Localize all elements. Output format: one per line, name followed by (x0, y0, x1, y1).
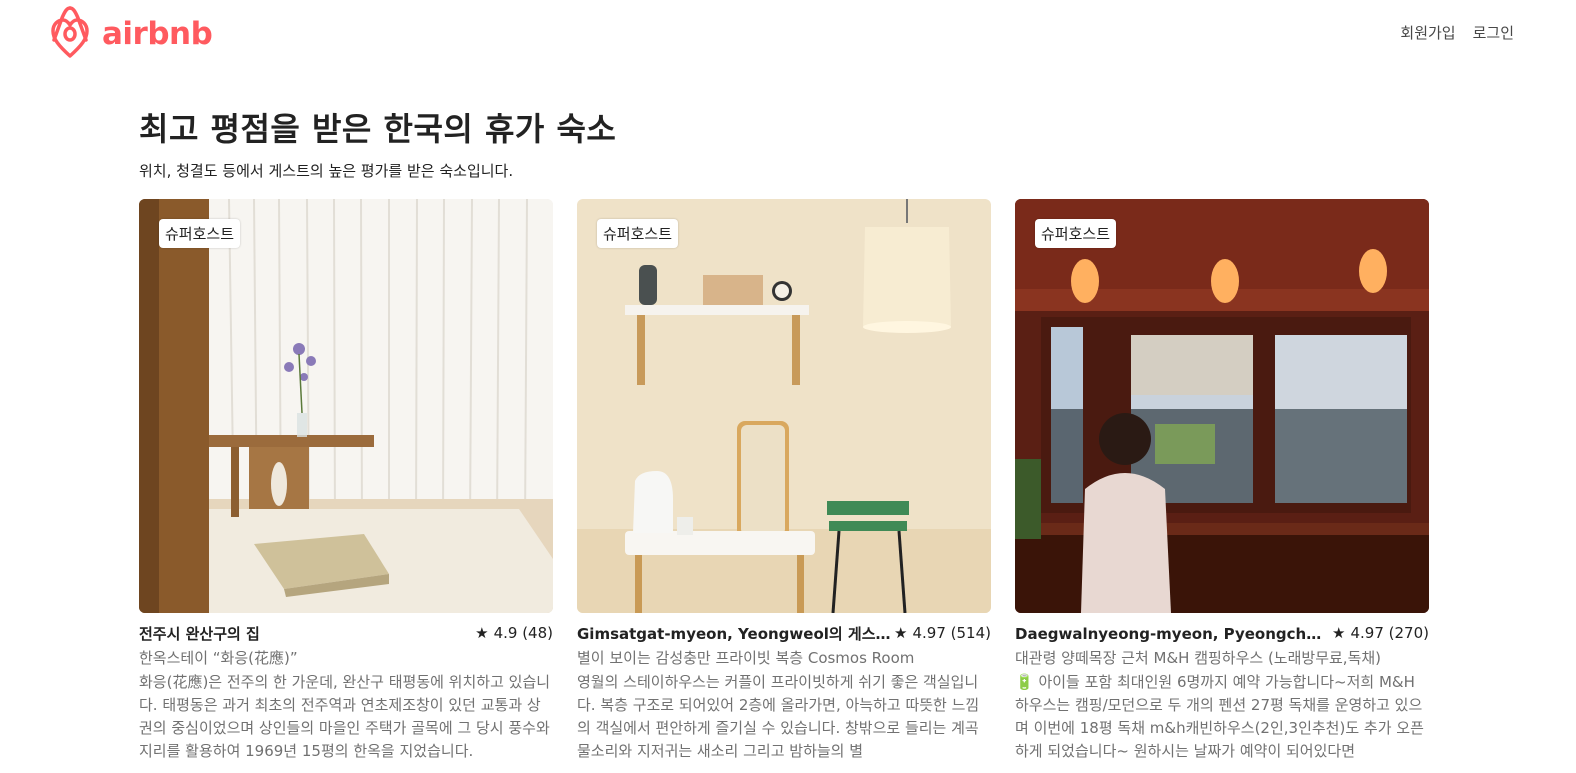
listing-photo-image (1015, 199, 1429, 613)
superhost-badge: 슈퍼호스트 (1035, 219, 1117, 248)
listing-card[interactable]: 슈퍼호스트 Gimsatgat-myeon, Yeongweol의 게스트하우스… (577, 199, 991, 763)
listing-description: 🔋 아이들 포함 최대인원 6명까지 예약 가능합니다~저희 M&H 하우스는 … (1015, 673, 1424, 760)
listing-photo[interactable]: 슈퍼호스트 (577, 199, 991, 613)
review-count: (270) (1388, 624, 1429, 642)
brand-name: airbnb (102, 16, 213, 52)
listing-photo-image (577, 199, 991, 613)
listing-header: Daegwalnyeong-myeon, Pyeongchang-gun의 펜션… (1015, 623, 1429, 643)
listing-title[interactable]: Daegwalnyeong-myeon, Pyeongchang-gun의 펜션 (1015, 623, 1330, 644)
listing-photo[interactable]: 슈퍼호스트 (139, 199, 553, 613)
listing-subtitle: 별이 보이는 감성충만 프라이빗 복층 Cosmos Room (577, 649, 915, 667)
listing-description: 화응(花應)은 전주의 한 가운데, 완산구 태평동에 위치하고 있습니다. 태… (139, 673, 551, 760)
top-header: airbnb 회원가입 로그인 (0, 0, 1576, 70)
listing-rating: ★ 4.97 (270) (1332, 624, 1429, 642)
listing-photo[interactable]: 슈퍼호스트 (1015, 199, 1429, 613)
review-count: (514) (950, 624, 991, 642)
listing-subtitle: 대관령 양떼목장 근처 M&H 캠핑하우스 (노래방무료,독채) (1015, 649, 1382, 667)
listing-description: 영월의 스테이하우스는 커플이 프라이빗하게 쉬기 좋은 객실입니다. 복층 구… (577, 673, 980, 760)
listing-rating: ★ 4.97 (514) (894, 624, 991, 642)
signup-link[interactable]: 회원가입 (1400, 22, 1455, 43)
rating-value: 4.97 (912, 624, 946, 642)
listing-title[interactable]: Gimsatgat-myeon, Yeongweol의 게스트하우스 (577, 623, 892, 644)
review-count: (48) (522, 624, 553, 642)
top-nav: 회원가입 로그인 (1400, 22, 1514, 43)
listing-header: Gimsatgat-myeon, Yeongweol의 게스트하우스 ★4.97… (577, 623, 991, 643)
star-icon: ★ (894, 624, 908, 642)
star-icon: ★ (1332, 624, 1346, 642)
airbnb-belo-icon (51, 6, 89, 58)
star-icon: ★ (475, 624, 489, 642)
listing-grid: 슈퍼호스트 전주시 완산구의 집 ★ 4.9 (48) 한옥스테이 “화응(花應)… (139, 199, 1429, 763)
listing-title[interactable]: 전주시 완산구의 집 (139, 623, 260, 644)
rating-value: 4.97 (1350, 624, 1384, 642)
airbnb-logo[interactable]: airbnb (50, 6, 213, 62)
listing-header: 전주시 완산구의 집 ★ 4.9 (48) (139, 623, 553, 643)
listing-card[interactable]: 슈퍼호스트 Daegwalnyeong-myeon, Pyeongchang-g… (1015, 199, 1429, 763)
section-title: 최고 평점을 받은 한국의 휴가 숙소 (139, 110, 617, 148)
login-link[interactable]: 로그인 (1473, 22, 1514, 43)
rating-value: 4.9 (493, 624, 518, 642)
superhost-badge: 슈퍼호스트 (597, 219, 679, 248)
listing-card[interactable]: 슈퍼호스트 전주시 완산구의 집 ★ 4.9 (48) 한옥스테이 “화응(花應)… (139, 199, 553, 763)
listing-photo-image (139, 199, 553, 613)
section-subtitle: 위치, 청결도 등에서 게스트의 높은 평가를 받은 숙소입니다. (139, 162, 514, 180)
superhost-badge: 슈퍼호스트 (159, 219, 241, 248)
listing-subtitle: 한옥스테이 “화응(花應)” (139, 649, 298, 667)
listing-rating: ★ 4.9 (48) (475, 624, 553, 642)
